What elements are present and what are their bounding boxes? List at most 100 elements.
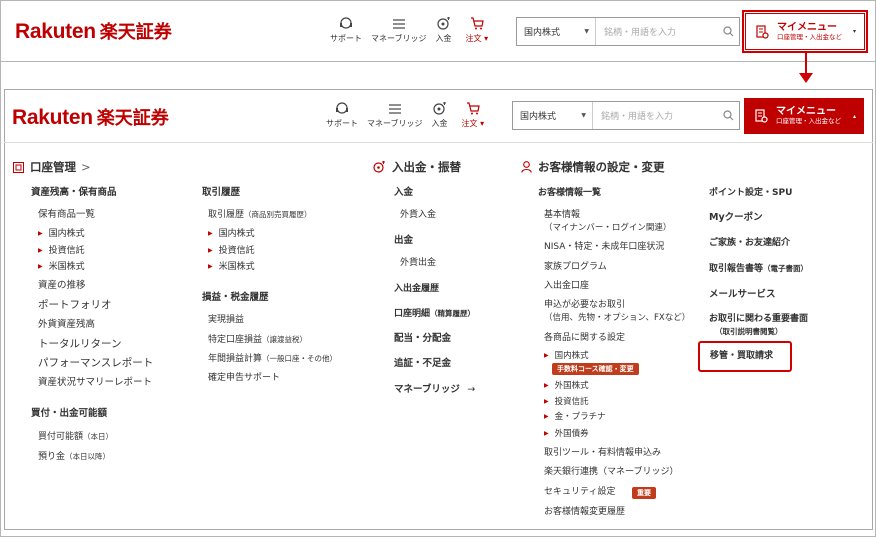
mail-service-link[interactable]: メールサービス [709,289,776,301]
trade-history-link[interactable]: 取引履歴（商品別売買履歴） [208,209,312,221]
settings-domestic[interactable]: ▶ 国内株式 [544,350,589,363]
customer-heading[interactable]: お客様情報の設定・変更 [521,159,665,175]
bullet-icon: ▶ [208,230,213,237]
family-program-link[interactable]: 家族プログラム [544,261,607,273]
asset-trend-link[interactable]: 資産の推移 [38,280,86,292]
rakuten-logo[interactable]: Rakuten 楽天証券 [15,18,172,44]
performance-report-link[interactable]: パフォーマンスレポート [38,357,153,369]
nisa-link[interactable]: NISA・特定・未成年口座状況 [544,241,664,253]
pl-title[interactable]: 損益・税金履歴 [202,292,269,304]
apply-link[interactable]: 申込が必要なお取引 [544,299,625,311]
nav-order-2[interactable]: 注文 ▾ [462,102,484,129]
holdings-domestic-label: 国内株式 [48,229,85,239]
arrow-right-icon: → [467,384,476,395]
nav-support[interactable]: サポート [330,17,362,44]
asset-summary-link[interactable]: 資産状況サマリーレポート [38,377,152,389]
buying-title[interactable]: 買付・出金可能額 [31,408,107,420]
settings-gold-label: 金・プラチナ [554,412,606,422]
holdings-us[interactable]: ▶ 米国株式 [38,261,85,274]
logo-jp-2: 楽天証券 [96,108,169,129]
fee-course-badge[interactable]: 手数料コース確認・変更 [552,363,639,375]
annual-pl-link[interactable]: 年間損益計算（一般口座・その他） [208,353,337,365]
mymenu-button-open[interactable]: マイメニュー 口座管理・入出金など ▴ [744,98,864,134]
change-history-link[interactable]: お客様情報変更履歴 [544,506,625,518]
money-bridge-label: マネーブリッジ [394,384,460,395]
search-input-2[interactable]: 銘柄・用語を入力 [593,109,717,122]
nav-deposit[interactable]: 入金 [436,17,452,44]
history-funds[interactable]: ▶ 投資信託 [208,245,255,258]
mymenu-button-collapsed[interactable]: マイメニュー 口座管理・入出金など ▾ [745,13,865,50]
fx-assets-link[interactable]: 外貨資産残高 [38,319,95,331]
reports-link[interactable]: 取引報告書等（電子書面） [709,263,808,275]
settings-gold[interactable]: ▶ 金・プラチナ [544,411,606,424]
section-divider [1,61,876,62]
search-icon[interactable] [717,110,739,121]
withdraw-link[interactable]: 出金 [394,235,413,247]
important-docs-link[interactable]: お取引に関わる重要書面 [709,313,808,325]
trade-history-note: （商品別売買履歴） [244,210,312,219]
rakuten-logo-2[interactable]: Rakuten 楽天証券 [12,104,169,130]
history-us[interactable]: ▶ 米国株式 [208,261,255,274]
realized-pl-link[interactable]: 実現損益 [208,314,244,326]
history-domestic[interactable]: ▶ 国内株式 [208,228,255,241]
nav-order[interactable]: 注文 ▾ [465,17,489,44]
settings-bonds[interactable]: ▶ 外国債券 [544,428,589,441]
specific-pl-link[interactable]: 特定口座損益（譲渡益税） [208,334,307,346]
statement-link[interactable]: 口座明細（精算履歴） [394,308,475,320]
buying-power-link[interactable]: 買付可能額（本日） [38,431,113,443]
annual-pl-note: （一般口座・その他） [262,354,338,363]
funds-heading[interactable]: 入出金・振替 [373,159,461,175]
fx-deposit-link[interactable]: 外貨入金 [400,209,436,221]
bank-link[interactable]: 楽天銀行連携（マネーブリッジ） [544,466,678,478]
holdings-link[interactable]: 保有商品一覧 [38,209,95,221]
tools-link[interactable]: 取引ツール・有料情報申込み [544,447,661,459]
holdings-funds[interactable]: ▶ 投資信託 [38,245,85,258]
transfer-request-link[interactable]: 移管・買取請求 [710,350,773,362]
specific-pl-note: （譲渡益税） [262,335,308,344]
product-settings-link[interactable]: 各商品に関する設定 [544,332,625,344]
search-icon[interactable] [717,26,739,37]
basic-info-link[interactable]: 基本情報 [544,209,580,221]
market-select-2[interactable]: 国内株式 ▼ [513,102,593,129]
io-account-link[interactable]: 入出金口座 [544,280,589,292]
reports-label: 取引報告書等 [709,264,764,274]
total-return-link[interactable]: トータルリターン [38,338,121,350]
screenshot-frame: Rakuten 楽天証券 サポート マネーブリッジ 入金 注文 ▾ 国内株式 ▼… [0,0,876,537]
coupon-link[interactable]: Myクーポン [709,212,763,224]
select-caret-icon: ▼ [584,28,589,35]
io-history-link[interactable]: 入出金履歴 [394,283,439,295]
search-input[interactable]: 銘柄・用語を入力 [596,25,717,38]
settings-funds[interactable]: ▶ 投資信託 [544,396,589,409]
history-title[interactable]: 取引履歴 [202,187,240,199]
points-link[interactable]: ポイント設定・SPU [709,187,792,199]
margin-call-link[interactable]: 追証・不足金 [394,358,451,370]
settings-foreign[interactable]: ▶ 外国株式 [544,380,589,393]
history-us-label: 米国株式 [218,262,255,272]
caret-down-icon: ▾ [852,28,856,35]
deposit-balance-link[interactable]: 預り金（本日以降） [38,451,110,463]
nav-money-bridge[interactable]: マネーブリッジ [371,17,427,44]
fx-withdraw-link[interactable]: 外貨出金 [400,257,436,269]
holdings-domestic[interactable]: ▶ 国内株式 [38,228,85,241]
security-link[interactable]: セキュリティ設定 [544,486,615,498]
account-heading[interactable]: 口座管理 > [13,159,91,175]
history-domestic-label: 国内株式 [218,229,255,239]
dividends-link[interactable]: 配当・分配金 [394,333,451,345]
nav-order-label: 注文 ▾ [465,34,489,43]
referral-link[interactable]: ご家族・お友達紹介 [709,237,790,249]
money-bridge-link[interactable]: マネーブリッジ → [394,384,475,396]
nav-deposit-2[interactable]: 入金 [432,102,448,129]
person-icon [521,161,532,173]
portfolio-link[interactable]: ポートフォリオ [38,299,112,311]
bullet-icon: ▶ [38,230,43,237]
nav-money-bridge-2[interactable]: マネーブリッジ [367,102,423,129]
nav-support-2[interactable]: サポート [326,102,358,129]
arrow-down-icon [799,73,813,83]
assets-title[interactable]: 資産残高・保有商品 [31,187,117,199]
customer-heading-label: お客様情報の設定・変更 [538,160,665,174]
customer-list-title[interactable]: お客様情報一覧 [538,187,601,199]
tax-support-link[interactable]: 確定申告サポート [208,372,280,384]
deposit-link[interactable]: 入金 [394,187,413,199]
market-select[interactable]: 国内株式 ▼ [517,18,596,45]
buying-power-note: （本日） [83,432,114,441]
